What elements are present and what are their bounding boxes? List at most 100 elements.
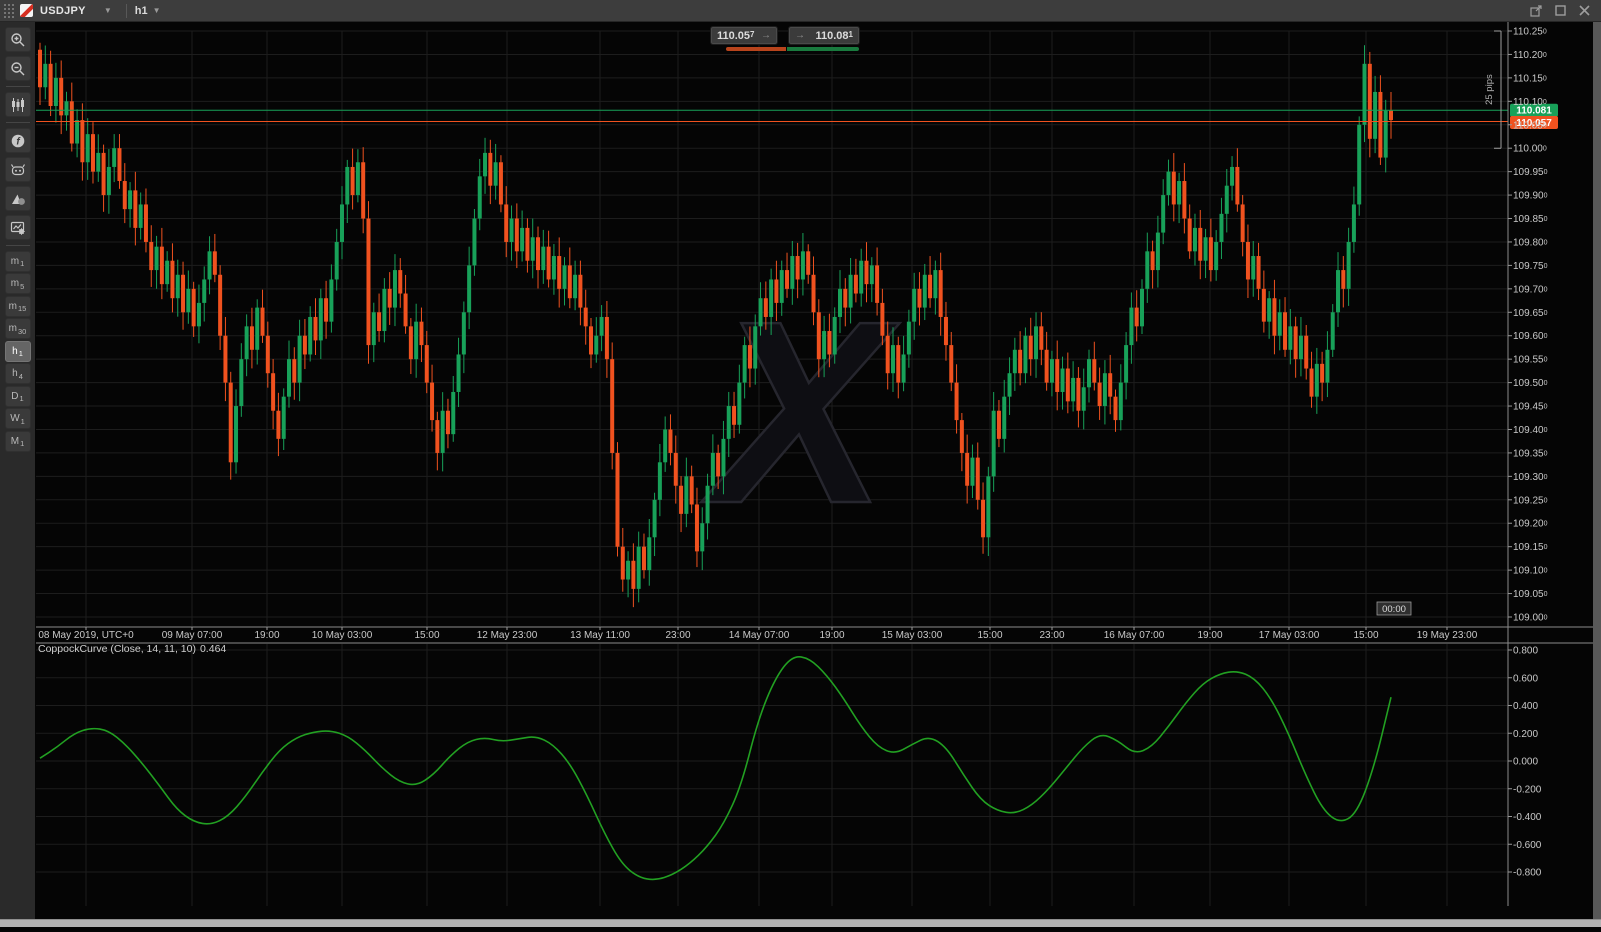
- tf-button-D1[interactable]: D1: [4, 385, 31, 407]
- candle-body: [843, 288, 848, 308]
- candle-body: [1102, 373, 1107, 407]
- time-axis-label: 19:00: [819, 630, 844, 641]
- tf-button-h4[interactable]: h4: [4, 363, 31, 384]
- zoom-in-button[interactable]: [4, 27, 31, 52]
- candle-body: [970, 457, 975, 486]
- price-axis-label: 109.150: [1513, 542, 1548, 553]
- candle-body: [387, 288, 392, 308]
- tf-button-M1[interactable]: M1: [4, 430, 31, 452]
- time-axis-label: 14 May 07:00: [729, 630, 790, 641]
- tf-button-m30[interactable]: m 30: [4, 318, 31, 339]
- candle-body: [604, 316, 609, 360]
- window-grip[interactable]: [2, 1, 14, 20]
- candle-body: [1044, 349, 1049, 383]
- drawing-tools-button[interactable]: [4, 186, 31, 211]
- candle-body: [276, 410, 281, 439]
- titlebar-separator: [125, 3, 127, 18]
- candle-body: [1293, 326, 1298, 360]
- candle-body: [859, 260, 864, 294]
- candle-body: [75, 120, 80, 144]
- horizontal-scrollbar[interactable]: [0, 919, 1601, 927]
- candle-body: [207, 251, 212, 280]
- tf-button-W1[interactable]: W1: [4, 408, 31, 429]
- candle-body: [647, 537, 652, 571]
- chart-settings-button[interactable]: [4, 215, 31, 240]
- candle-body: [1182, 181, 1187, 219]
- chart-toolbar: f m 1 m 5 m 15 m 30 h 1 h 4 D 1 W 1 M 1: [0, 22, 35, 919]
- candle-body: [795, 256, 800, 280]
- cbots-button[interactable]: [4, 157, 31, 182]
- chart-style-button[interactable]: [4, 92, 31, 117]
- candle-body: [419, 321, 424, 346]
- zoom-out-button[interactable]: [4, 56, 31, 81]
- candle-body: [191, 288, 196, 327]
- timeframe-dropdown-caret-icon[interactable]: ▼: [153, 6, 161, 15]
- candle-body: [991, 410, 996, 477]
- candle-body: [451, 391, 456, 435]
- candle-body: [1139, 288, 1144, 327]
- candle-body: [912, 288, 917, 322]
- candle-body: [430, 382, 435, 421]
- sentiment-bar: [726, 47, 859, 51]
- price-axis-label: 109.000: [1513, 613, 1548, 624]
- close-button[interactable]: [1577, 4, 1591, 18]
- candle-body: [117, 148, 122, 182]
- candle-body: [1087, 359, 1092, 388]
- candle-body: [1277, 312, 1282, 336]
- sell-button[interactable]: 110.057 →: [710, 26, 779, 45]
- app-logo-icon: [20, 4, 33, 17]
- candle-body: [85, 134, 90, 163]
- candle-body: [1171, 171, 1176, 205]
- tf-button-h1[interactable]: h1: [4, 340, 31, 362]
- candle-body: [758, 298, 763, 327]
- candle-body: [287, 359, 292, 397]
- candle-body: [1076, 377, 1081, 411]
- candle-body: [414, 321, 419, 360]
- candle-body: [170, 260, 175, 299]
- price-axis-label: 109.950: [1513, 167, 1548, 178]
- toolbar-separator: [5, 86, 30, 87]
- indicators-button[interactable]: f: [4, 128, 31, 153]
- candle-body: [747, 345, 752, 369]
- tf-button-m5[interactable]: m5: [4, 273, 31, 294]
- candle-body: [652, 499, 657, 538]
- candle-body: [938, 270, 943, 317]
- chart-area: X110.081110.057110.250110.200110.150110.…: [0, 22, 1601, 927]
- candle-body: [1134, 307, 1139, 327]
- tf-button-m1[interactable]: m1: [4, 250, 31, 272]
- candle-body: [1304, 335, 1309, 369]
- indicator-axis-label: 0.600: [1513, 673, 1538, 684]
- candle-body: [806, 251, 811, 275]
- price-axis-label: 109.400: [1513, 425, 1548, 436]
- candle-body: [133, 190, 138, 228]
- candle-body: [1187, 218, 1192, 252]
- time-axis-label: 15:00: [1353, 630, 1378, 641]
- tf-button-m15[interactable]: m 15: [4, 295, 31, 317]
- candle-body: [80, 120, 85, 163]
- candle-body: [509, 218, 514, 242]
- candle-body: [986, 476, 991, 538]
- candle-body: [1362, 63, 1367, 125]
- symbol-dropdown-caret-icon[interactable]: ▼: [104, 6, 112, 15]
- candle-body: [1118, 382, 1123, 421]
- candle-body: [753, 326, 758, 369]
- buy-button[interactable]: → 110.081: [788, 26, 860, 45]
- candle-body: [1341, 270, 1346, 289]
- price-axis-label: 109.350: [1513, 448, 1548, 459]
- candle-body: [149, 241, 154, 271]
- time-axis-label: 16 May 07:00: [1104, 630, 1165, 641]
- indicator-axis[interactable]: 0.800 0.600 0.400 0.200 0.000 -0.200 -0.400 -0.…: [1508, 646, 1542, 879]
- indicator-label[interactable]: CoppockCurve (Close, 14, 11, 10) 0.464: [38, 643, 226, 655]
- symbol-name: USDJPY: [40, 4, 86, 17]
- maximize-button[interactable]: [1553, 4, 1567, 18]
- candle-body: [435, 420, 440, 453]
- time-axis[interactable]: 08 May 2019, UTC+0 09 May 07:00 19:00 10 Ma…: [38, 627, 1478, 641]
- candle-body: [1002, 396, 1007, 439]
- time-axis-label: 19:00: [254, 630, 279, 641]
- candle-body: [901, 354, 906, 383]
- price-axis-label: 110.250: [1513, 27, 1547, 38]
- popout-window-button[interactable]: [1529, 4, 1543, 18]
- candle-body: [1049, 359, 1054, 383]
- candle-body: [271, 373, 276, 411]
- chart-window-titlebar[interactable]: USDJPY ▼ h1 ▼: [0, 0, 1601, 22]
